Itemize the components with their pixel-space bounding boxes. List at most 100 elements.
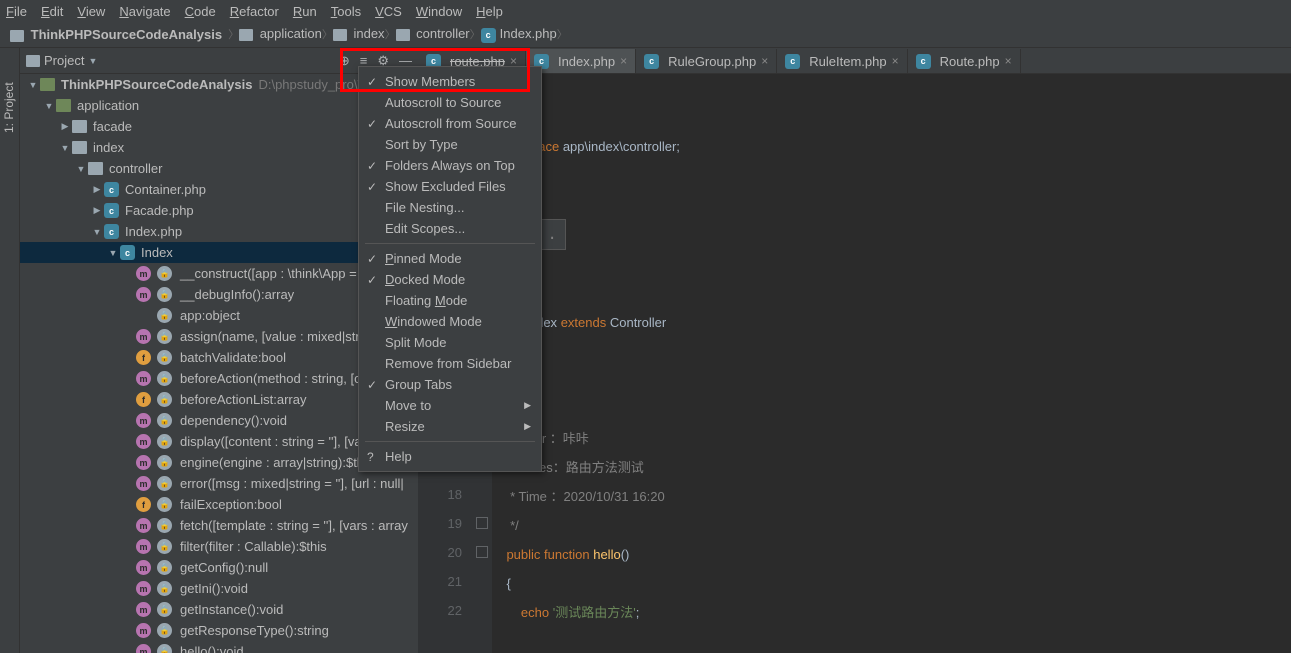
tree-member[interactable]: m🔒getResponseType():string (20, 620, 418, 641)
project-tool-button[interactable]: 1: Project (2, 82, 16, 133)
menu-item-label: Autoscroll from Source (385, 116, 517, 131)
menu-item[interactable]: ✓Docked Mode (359, 269, 541, 290)
menu-navigate[interactable]: Navigate (119, 4, 170, 19)
menu-item[interactable]: Floating Mode (359, 290, 541, 311)
menu-item[interactable]: Split Mode (359, 332, 541, 353)
menu-view[interactable]: View (77, 4, 105, 19)
breadcrumb-project[interactable]: ThinkPHPSourceCodeAnalysis (10, 27, 222, 42)
menu-item[interactable]: Remove from Sidebar (359, 353, 541, 374)
menu-item[interactable]: ✓ Show Members (359, 71, 541, 92)
menu-item[interactable]: Windowed Mode (359, 311, 541, 332)
tree-member[interactable]: m🔒getIni():void (20, 578, 418, 599)
lock-icon: 🔒 (157, 329, 172, 344)
close-icon[interactable]: × (620, 54, 627, 68)
menu-item[interactable]: Autoscroll to Source (359, 92, 541, 113)
tab-label: RuleGroup.php (668, 54, 756, 69)
menu-item-label: Resize (385, 419, 425, 434)
lock-icon: 🔒 (157, 518, 172, 533)
breadcrumb-item[interactable]: cIndex.php (481, 26, 557, 41)
tree-member[interactable]: m🔒getConfig():null (20, 557, 418, 578)
menu-item[interactable]: Resize▶ (359, 416, 541, 437)
lock-icon: 🔒 (157, 476, 172, 491)
menu-item[interactable]: ✓ Group Tabs (359, 374, 541, 395)
tree-member[interactable]: m🔒hello():void (20, 641, 418, 653)
tree-member[interactable]: m🔒fetch([template : string = ''], [vars … (20, 515, 418, 536)
tree-member[interactable]: m🔒filter(filter : Callable):$this (20, 536, 418, 557)
menu-refactor[interactable]: Refactor (230, 4, 279, 19)
menu-item-label: Show Members (385, 74, 475, 89)
menu-run[interactable]: Run (293, 4, 317, 19)
lock-icon: 🔒 (157, 371, 172, 386)
close-icon[interactable]: × (1005, 54, 1012, 68)
tab-label: Index.php (558, 54, 615, 69)
project-view-label[interactable]: Project (44, 53, 84, 68)
menu-item[interactable]: Sort by Type (359, 134, 541, 155)
menu-item-label: Autoscroll to Source (385, 95, 501, 110)
menu-vcs[interactable]: VCS (375, 4, 402, 19)
scroll-from-source-icon[interactable]: ⊕ (339, 53, 350, 69)
lock-icon: 🔒 (157, 308, 172, 323)
lock-icon: 🔒 (157, 560, 172, 575)
menu-item[interactable]: ✓Pinned Mode (359, 248, 541, 269)
menu-help[interactable]: Help (476, 4, 503, 19)
menu-window[interactable]: Window (416, 4, 462, 19)
lock-icon: 🔒 (157, 644, 172, 653)
close-icon[interactable]: × (761, 54, 768, 68)
editor-tab[interactable]: cRuleGroup.php× (636, 49, 777, 73)
lock-icon: 🔒 (157, 266, 172, 281)
help-icon: ? (367, 450, 374, 464)
editor-tab[interactable]: cRuleItem.php× (777, 49, 907, 73)
project-settings-context-menu[interactable]: ✓Show MembersAutoscroll to Source✓Autosc… (358, 66, 542, 472)
menu-item[interactable]: ?Help (359, 446, 541, 467)
menu-item-label: Split Mode (385, 335, 446, 350)
menu-item-label: Remove from Sidebar (385, 356, 511, 371)
menu-item-label: Group Tabs (385, 377, 452, 392)
lock-icon: 🔒 (157, 287, 172, 302)
editor-tab[interactable]: c Route.php × (908, 49, 1021, 73)
tree-member[interactable]: m🔒getInstance():void (20, 599, 418, 620)
main-menubar[interactable]: File Edit View Navigate Code Refactor Run Tools… (0, 0, 1291, 22)
menu-file[interactable]: File (6, 4, 27, 19)
menu-item[interactable]: Edit Scopes... (359, 218, 541, 239)
close-icon[interactable]: × (892, 54, 899, 68)
breadcrumb-item[interactable]: controller (396, 26, 470, 41)
checkmark-icon: ✓ (367, 273, 377, 287)
breadcrumb[interactable]: ThinkPHPSourceCodeAnalysis 〉 application… (0, 22, 1291, 48)
menu-edit[interactable]: Edit (41, 4, 63, 19)
menu-item-label: Show Excluded Files (385, 179, 506, 194)
lock-icon: 🔒 (157, 392, 172, 407)
code-area[interactable]: .php namespace app\index\controller; use… (492, 74, 1291, 653)
menu-code[interactable]: Code (185, 4, 216, 19)
menu-item[interactable]: ✓Show Excluded Files (359, 176, 541, 197)
checkmark-icon: ✓ (367, 75, 377, 89)
menu-item[interactable]: ✓Folders Always on Top (359, 155, 541, 176)
tab-label: RuleItem.php (809, 54, 886, 69)
menu-item-label: Sort by Type (385, 137, 458, 152)
menu-tools[interactable]: Tools (331, 4, 361, 19)
php-file-icon: c (916, 54, 931, 69)
breadcrumb-item[interactable]: index (333, 26, 385, 41)
lock-icon: 🔒 (157, 602, 172, 617)
lock-icon: 🔒 (157, 497, 172, 512)
lock-icon: 🔒 (157, 434, 172, 449)
submenu-arrow-icon: ▶ (524, 400, 531, 411)
menu-item-label: Edit Scopes... (385, 221, 465, 236)
lock-icon: 🔒 (157, 581, 172, 596)
menu-item[interactable]: File Nesting... (359, 197, 541, 218)
editor[interactable]: 1819202122 .php namespace app\index\cont… (418, 74, 1291, 653)
menu-item-label: Move to (385, 398, 431, 413)
tree-member[interactable]: m🔒error([msg : mixed|string = ''], [url … (20, 473, 418, 494)
checkmark-icon: ✓ (367, 252, 377, 266)
lock-icon: 🔒 (157, 350, 172, 365)
tree-member[interactable]: f🔒failException:bool (20, 494, 418, 515)
lock-icon: 🔒 (157, 455, 172, 470)
tool-window-stripe[interactable]: 1: Project (0, 48, 20, 653)
lock-icon: 🔒 (157, 623, 172, 638)
menu-item[interactable]: ✓Autoscroll from Source (359, 113, 541, 134)
breadcrumb-item[interactable]: application (239, 26, 322, 41)
editor-tab[interactable]: cIndex.php× (526, 49, 636, 73)
tab-label: Route.php (940, 54, 1000, 69)
editor-tabs[interactable]: croute.php×cIndex.php×cRuleGroup.php×cRu… (418, 48, 1291, 74)
menu-item[interactable]: Move to ▶ (359, 395, 541, 416)
checkmark-icon: ✓ (367, 378, 377, 392)
